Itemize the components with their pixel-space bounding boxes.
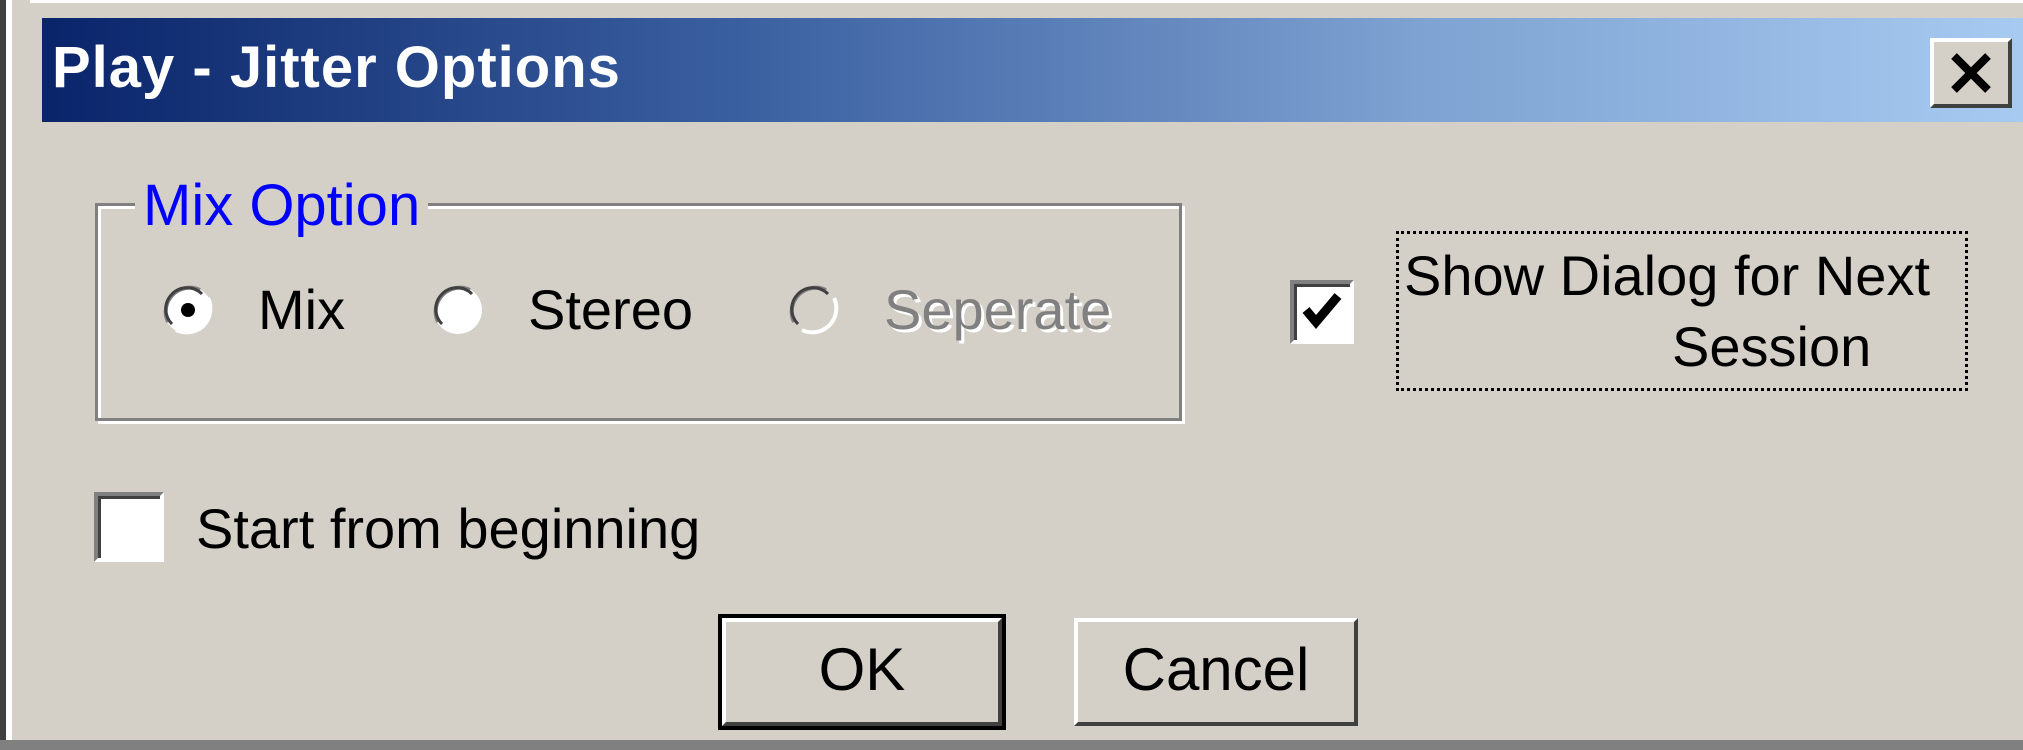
window-frame-left-face: [12, 0, 30, 750]
window-title: Play - Jitter Options: [52, 35, 621, 100]
radio-seperate: [789, 285, 839, 335]
show-dialog-checkbox[interactable]: [1290, 280, 1354, 344]
cancel-button[interactable]: Cancel: [1074, 618, 1358, 726]
checkmark-icon: [1302, 293, 1342, 329]
show-dialog-label-line1[interactable]: Show Dialog for Next: [1404, 241, 1930, 311]
radio-stereo-label[interactable]: Stereo: [528, 279, 693, 341]
window-frame-top: [0, 0, 2023, 8]
start-from-beginning-label[interactable]: Start from beginning: [196, 494, 700, 564]
show-dialog-label-line2[interactable]: Session: [1672, 312, 1871, 382]
radio-mix-label[interactable]: Mix: [258, 279, 345, 341]
mix-option-legend: Mix Option: [135, 175, 429, 237]
ok-button[interactable]: OK: [718, 614, 1006, 730]
radio-mix[interactable]: [160, 282, 216, 338]
close-button[interactable]: [1930, 38, 2012, 108]
close-x-icon: [1951, 53, 1991, 93]
radio-seperate-label: Seperate: [884, 278, 1112, 341]
dialog-window: Play - Jitter Options Mix Option Mix Ste…: [0, 0, 2023, 750]
radio-stereo[interactable]: [430, 282, 486, 338]
window-frame-bottom: [0, 740, 2023, 750]
start-from-beginning-checkbox[interactable]: [94, 492, 164, 562]
